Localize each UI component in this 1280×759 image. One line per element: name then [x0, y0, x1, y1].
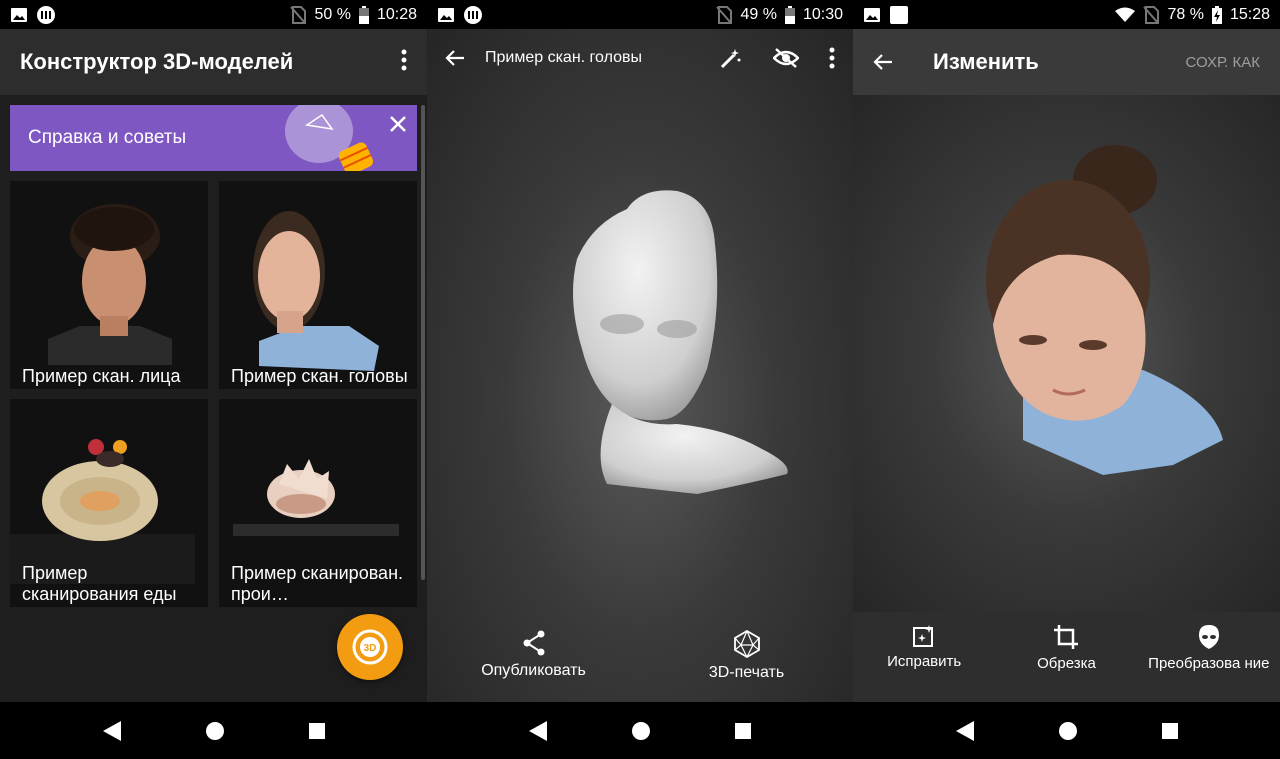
close-banner-button[interactable] — [389, 115, 407, 138]
edit-toolbar: Исправить Обрезка Преобразова ние — [853, 612, 1280, 702]
battery-percent: 49 % — [740, 5, 777, 23]
recents-nav-icon[interactable] — [308, 722, 326, 740]
system-nav-bar — [427, 702, 853, 759]
page-title: Пример скан. головы — [485, 49, 642, 66]
no-sim-icon — [716, 5, 733, 24]
square-notification-icon — [890, 5, 908, 24]
more-vert-icon — [401, 49, 407, 70]
clock: 10:28 — [376, 5, 417, 23]
no-sim-icon — [1143, 5, 1160, 24]
app-notification-icon — [37, 5, 55, 24]
battery-charging-icon — [1211, 5, 1222, 24]
app-bar: Пример скан. головы — [427, 29, 853, 87]
transform-tool-label: Преобразова ние — [1148, 655, 1270, 672]
save-as-button[interactable]: СОХР. КАК — [1186, 54, 1261, 71]
battery-icon — [358, 5, 369, 24]
crop-tool-label: Обрезка — [1037, 655, 1096, 672]
model-viewport[interactable] — [427, 29, 853, 702]
sample-card-object[interactable]: Пример сканирован. прои… — [219, 399, 417, 607]
viewer-actions: Опубликовать 3D-печать — [427, 630, 853, 682]
back-nav-icon[interactable] — [528, 720, 548, 742]
face-scan-thumbnail — [10, 181, 208, 389]
home-nav-icon[interactable] — [631, 721, 651, 741]
no-sim-icon — [290, 5, 307, 24]
battery-percent: 78 % — [1167, 5, 1204, 23]
screen-model-viewer: 49 % 10:30 Пример скан. головы Опубликов… — [427, 0, 853, 759]
textured-head-model — [986, 145, 1223, 475]
head-scan-thumbnail — [219, 181, 417, 389]
system-nav-bar — [0, 702, 427, 759]
help-tips-banner[interactable]: Справка и советы — [10, 105, 417, 171]
fix-tool-label: Исправить — [887, 653, 962, 670]
transform-tool-button[interactable]: Преобразова ние — [1138, 612, 1280, 702]
sample-card-food[interactable]: Пример сканирования еды — [10, 399, 208, 607]
help-banner-label: Справка и советы — [28, 127, 187, 148]
clock: 15:28 — [1229, 5, 1270, 23]
image-notification-icon — [438, 7, 454, 22]
back-nav-icon[interactable] — [102, 720, 122, 742]
card-label: Пример скан. головы — [231, 366, 408, 386]
crop-tool-button[interactable]: Обрезка — [995, 612, 1137, 702]
recents-nav-icon[interactable] — [734, 722, 752, 740]
auto-fix-icon — [913, 625, 934, 647]
sample-card-head[interactable]: Пример скан. головы — [219, 181, 417, 389]
image-notification-icon — [864, 7, 880, 22]
back-nav-icon[interactable] — [955, 720, 975, 742]
visibility-off-icon[interactable] — [773, 47, 799, 69]
image-notification-icon — [11, 7, 27, 22]
status-bar: 49 % 10:30 — [427, 0, 853, 29]
wifi-icon — [1115, 7, 1136, 22]
share-button[interactable]: Опубликовать — [427, 630, 640, 682]
back-arrow-icon[interactable] — [445, 49, 465, 67]
new-scan-fab[interactable]: 3D — [337, 614, 403, 680]
overflow-menu-button[interactable] — [401, 49, 407, 76]
clock: 10:30 — [802, 5, 843, 23]
close-icon — [390, 116, 406, 132]
screen-home: 50 % 10:28 Конструктор 3D-моделей Справк… — [0, 0, 427, 759]
scrollbar[interactable] — [421, 105, 425, 580]
app-bar: Изменить СОХР. КАК — [853, 29, 1280, 95]
sample-card-face[interactable]: Пример скан. лица — [10, 181, 208, 389]
home-nav-icon[interactable] — [205, 721, 225, 741]
battery-icon — [784, 5, 795, 24]
status-bar: 78 % 15:28 — [853, 0, 1280, 29]
alien-head-icon — [1198, 625, 1219, 649]
model-viewport[interactable] — [853, 95, 1280, 612]
home-nav-icon[interactable] — [1058, 721, 1078, 741]
screen-edit: 78 % 15:28 Изменить СОХР. КАК Исправить … — [853, 0, 1280, 759]
mesh-head-model — [573, 190, 788, 494]
magic-wand-icon[interactable] — [719, 46, 743, 70]
more-vert-icon[interactable] — [829, 47, 835, 69]
system-nav-bar — [853, 702, 1280, 759]
app-bar: Конструктор 3D-моделей — [0, 29, 427, 95]
crop-icon — [1054, 625, 1079, 649]
card-label: Пример сканирования еды — [22, 563, 177, 604]
card-label: Пример скан. лица — [22, 366, 181, 386]
lightbulb-icon — [285, 105, 374, 171]
card-label: Пример сканирован. прои… — [231, 563, 404, 604]
camera-3d-icon: 3D — [352, 629, 388, 665]
polyhedron-icon — [733, 630, 760, 658]
battery-percent: 50 % — [314, 5, 351, 23]
print-3d-label: 3D-печать — [708, 664, 785, 681]
print-3d-button[interactable]: 3D-печать — [640, 630, 853, 682]
app-notification-icon — [464, 5, 482, 24]
fab-label: 3D — [364, 643, 377, 654]
share-label: Опубликовать — [481, 662, 586, 679]
page-title: Изменить — [933, 49, 1039, 74]
fix-tool-button[interactable]: Исправить — [853, 612, 995, 702]
back-arrow-icon[interactable] — [873, 53, 893, 71]
recents-nav-icon[interactable] — [1161, 722, 1179, 740]
status-bar: 50 % 10:28 — [0, 0, 427, 29]
page-title: Конструктор 3D-моделей — [20, 49, 294, 74]
share-icon — [523, 630, 544, 656]
